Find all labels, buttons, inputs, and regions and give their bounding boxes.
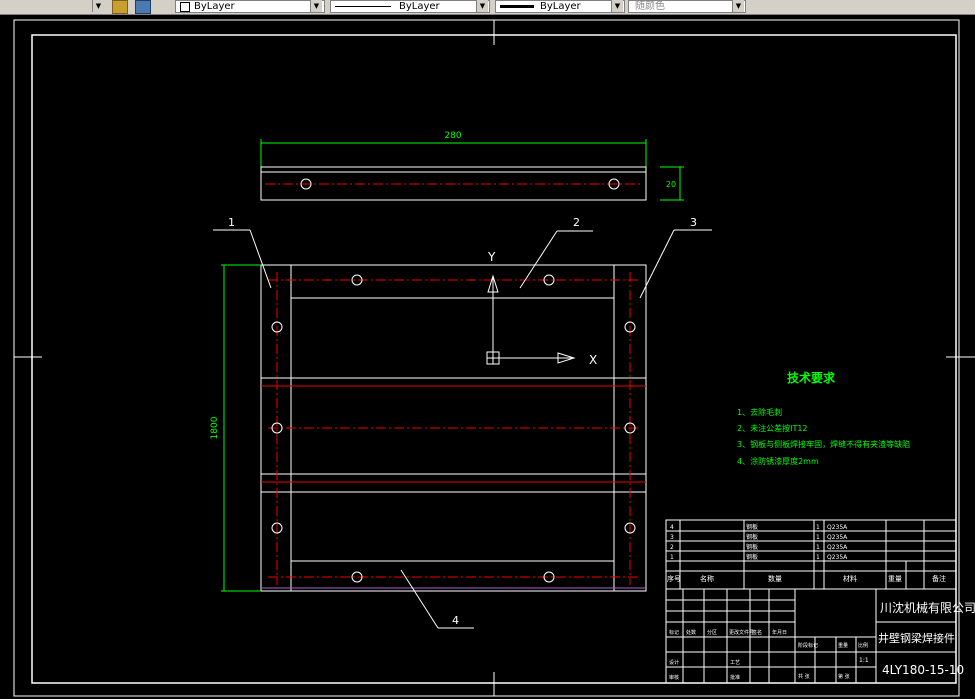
tb-label: 处数: [686, 629, 696, 636]
note-item: 3、钢板与侧板焊接牢固，焊缝不得有夹渣等缺陷: [737, 439, 910, 449]
note-item: 2、未注公差按IT12: [737, 423, 808, 433]
tb-label: 第 张: [838, 673, 850, 680]
parts-name: 钢板: [746, 543, 758, 551]
header-qty: 数量: [768, 574, 782, 583]
parts-qty: 1: [816, 554, 820, 561]
parts-no: 1: [670, 554, 674, 561]
tb-label: 签名: [752, 629, 762, 636]
top-view: 280 20: [260, 131, 684, 201]
linetype-sample-icon: [335, 6, 391, 7]
color-dropdown-arrow[interactable]: ▼: [310, 0, 322, 12]
lineweight-dropdown-arrow[interactable]: ▼: [611, 0, 623, 12]
linetype-dropdown-arrow[interactable]: ▼: [476, 0, 488, 12]
parts-no: 4: [670, 524, 674, 531]
tb-label: 审核: [669, 674, 679, 681]
parts-qty: 1: [816, 524, 820, 531]
tb-label: 更改文件号: [729, 629, 754, 636]
tb-label: 批准: [730, 674, 740, 681]
plotstyle-dropdown-arrow[interactable]: ▼: [732, 0, 744, 12]
front-view: 1800: [210, 264, 647, 592]
ucs-y-label: Y: [487, 250, 496, 264]
callout-3: 3: [690, 216, 697, 229]
parts-no: 3: [670, 534, 674, 541]
parts-name: 钢板: [746, 523, 758, 531]
parts-material: Q235A: [827, 534, 848, 541]
title-block-text: 4 钢板 1 Q235A 3 钢板 1 Q235A 2 钢板 1 Q235A 1…: [667, 523, 975, 681]
color-swatch-icon: [180, 2, 190, 12]
left-dimension-text: 1800: [210, 416, 220, 439]
parts-material: Q235A: [827, 544, 848, 551]
tb-label: 工艺: [730, 660, 740, 666]
parts-material: Q235A: [827, 554, 848, 561]
tb-label: 重量: [838, 642, 848, 649]
note-item: 1、去除毛刺: [737, 407, 782, 417]
drawing-number: 4LY180-15-10: [882, 663, 964, 677]
plotstyle-label: 随颜色: [635, 1, 665, 12]
layer-previous-icon[interactable]: [135, 0, 151, 14]
lineweight-control[interactable]: ByLayer: [495, 0, 625, 13]
layer-states-icon[interactable]: [112, 0, 128, 14]
callout-2: 2: [573, 216, 580, 229]
color-control[interactable]: ByLayer: [175, 0, 325, 13]
header-note: 备注: [932, 574, 946, 583]
tb-label: 分区: [707, 629, 717, 636]
linetype-control[interactable]: ByLayer: [330, 0, 490, 13]
ucs-icon: X Y: [486, 250, 597, 367]
lineweight-sample-icon: [500, 5, 534, 8]
tb-label: 设计: [669, 659, 679, 666]
parts-no: 2: [670, 544, 674, 551]
part-name: 井壁钢梁焊接件: [878, 631, 955, 645]
plotstyle-control[interactable]: 随颜色: [628, 0, 746, 13]
notes-title: 技术要求: [787, 370, 836, 385]
scale-value: 1:1: [859, 657, 869, 664]
color-label: ByLayer: [194, 1, 235, 12]
tb-label: 共 张: [798, 673, 810, 680]
layer-dropdown-arrow[interactable]: ▼: [92, 0, 104, 12]
properties-toolbar: ▼ ByLayer ▼ ByLayer ▼ ByLayer ▼ 随颜色 ▼: [0, 0, 975, 15]
parts-qty: 1: [816, 534, 820, 541]
callout-4: 4: [452, 614, 459, 627]
parts-material: Q235A: [827, 524, 848, 531]
header-material: 材料: [843, 574, 857, 583]
lineweight-label: ByLayer: [540, 1, 581, 12]
side-dimension-text: 20: [666, 180, 676, 189]
tb-label: 标记: [669, 629, 679, 636]
parts-qty: 1: [816, 544, 820, 551]
header-no: 序号: [667, 574, 681, 583]
parts-name: 钢板: [746, 533, 758, 541]
header-weight: 重量: [888, 575, 902, 583]
technical-notes: 技术要求 1、去除毛刺 2、未注公差按IT12 3、钢板与侧板焊接牢固，焊缝不得…: [737, 370, 910, 466]
callout-1: 1: [228, 216, 235, 229]
note-item: 4、涂防锈漆厚度2mm: [737, 456, 819, 466]
ucs-x-label: X: [589, 353, 597, 367]
top-dimension-text: 280: [444, 131, 461, 141]
tb-label: 年月日: [772, 629, 787, 636]
drawing-canvas[interactable]: 280 20 1800 1 2 3 4 X Y 技术要求 1、去除毛刺 2、未注…: [0, 15, 975, 699]
tb-label: 比例: [858, 642, 868, 649]
tb-label: 阶段标记: [798, 642, 818, 649]
linetype-label: ByLayer: [399, 1, 440, 12]
header-name: 名称: [700, 574, 714, 583]
parts-name: 钢板: [746, 553, 758, 561]
company-name: 川沈机械有限公司: [880, 600, 975, 615]
callouts: 1 2 3 4: [213, 216, 712, 629]
inner-frame: [31, 34, 957, 684]
